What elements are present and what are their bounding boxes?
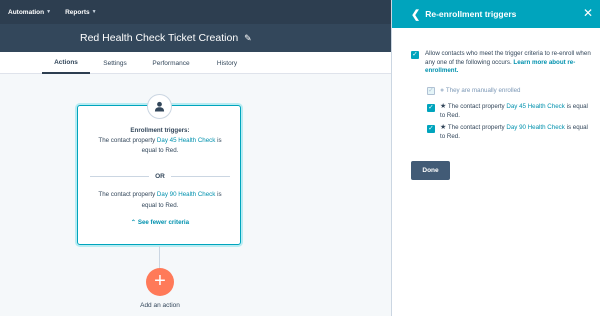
allow-reenroll-text: Allow contacts who meet the trigger crit… [425,50,595,76]
criterion-1-is: is [217,137,222,144]
panel-title: Re-enrollment triggers [425,9,517,19]
trigger-heading: Enrollment triggers: [130,127,190,134]
tab-performance[interactable]: Performance [145,52,197,74]
divider-line [170,176,230,177]
or-label: OR [155,173,165,180]
manual-enroll-label: They are manually enrolled [445,87,521,94]
plus-icon[interactable]: + [146,268,174,296]
divider-line [90,176,150,177]
day90-prefix: The contact property [447,124,505,131]
day45-prefix: The contact property [447,103,505,110]
nav-reports[interactable]: Reports ▼ [65,9,97,16]
trigger-criterion-1: The contact property Day 45 Health Check… [78,136,242,146]
day45-property: Day 45 Health Check [506,103,565,110]
criterion-1-condition: equal to Red. [141,147,179,154]
tab-actions[interactable]: Actions [42,52,90,74]
criterion-2-condition: equal to Red. [141,202,179,209]
user-icon [147,94,172,119]
top-nav: Automation ▼ Reports ▼ [0,0,391,24]
user-icon: ● [440,87,445,94]
reenrollment-panel: ❮ Re-enrollment triggers ✕ ✓ Allow conta… [391,0,600,316]
tab-settings[interactable]: Settings [95,52,135,74]
manual-enroll-checkbox: ✓ [427,87,435,95]
user-icon-glyph [154,101,165,112]
tab-performance-label: Performance [152,59,190,67]
workflow-title[interactable]: Red Health Check Ticket Creation [80,32,238,44]
criterion-1-prefix: The contact property [98,137,156,144]
add-action-label: Add an action [140,302,180,309]
star-icon: ★ [440,124,447,131]
day90-trigger-checkbox[interactable]: ✓ [427,125,435,133]
manual-enroll-option: ● They are manually enrolled [440,87,595,96]
panel-header: ❮ Re-enrollment triggers ✕ [392,0,600,28]
see-fewer-label: See fewer criteria [137,219,190,226]
chevron-up-icon: ⌃ [130,219,137,226]
tab-history-label: History [216,59,238,67]
tab-settings-label: Settings [103,59,127,67]
day90-trigger-option: ★ The contact property Day 90 Health Che… [440,124,590,141]
day90-property: Day 90 Health Check [506,124,565,131]
or-divider: OR [90,173,230,180]
star-icon: ★ [440,103,447,110]
tab-history[interactable]: History [207,52,247,74]
tab-actions-label: Actions [54,58,78,66]
chevron-down-icon: ▼ [91,9,97,15]
connector-line [159,246,160,269]
criterion-2-property: Day 90 Health Check [156,191,216,198]
chevron-down-icon: ▼ [46,9,52,15]
close-icon[interactable]: ✕ [583,6,593,20]
nav-reports-label: Reports [65,8,90,16]
enrollment-trigger-card[interactable]: Enrollment triggers: The contact propert… [77,105,241,245]
see-fewer-criteria-link[interactable]: ⌃ See fewer criteria [78,219,242,226]
done-button[interactable]: Done [411,161,450,180]
workflow-tabs: Actions Settings Performance History [0,52,391,74]
criterion-2-is: is [217,191,222,198]
allow-reenroll-checkbox[interactable]: ✓ [411,51,419,59]
nav-automation[interactable]: Automation ▼ [8,9,51,16]
nav-automation-label: Automation [8,8,45,16]
pencil-icon[interactable]: ✎ [244,33,252,44]
criterion-2-prefix: The contact property [98,191,156,198]
trigger-criterion-2: The contact property Day 90 Health Check… [78,190,242,200]
workflow-title-bar: Red Health Check Ticket Creation ✎ [0,24,391,52]
chevron-left-icon[interactable]: ❮ [411,8,420,21]
criterion-1-property: Day 45 Health Check [156,137,216,144]
day45-trigger-option: ★ The contact property Day 45 Health Che… [440,103,590,120]
day45-trigger-checkbox[interactable]: ✓ [427,104,435,112]
workflow-canvas: Enrollment triggers: The contact propert… [0,74,391,316]
